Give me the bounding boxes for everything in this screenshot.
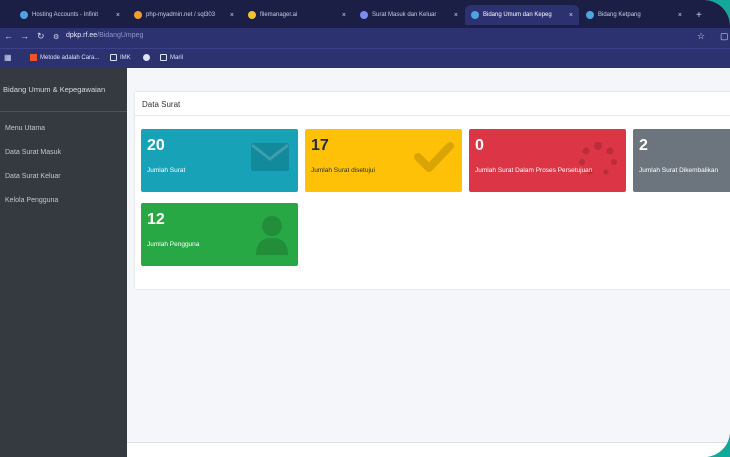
sidebar-item-menu-utama[interactable]: Menu Utama [5, 125, 45, 132]
envelope-icon [251, 143, 289, 171]
main-content: Data Surat 20 Jumlah Surat 17 Jumlah Sur… [127, 68, 730, 457]
info-box-jumlah-surat[interactable]: 20 Jumlah Surat [141, 129, 298, 192]
tab-title: Bidang Umum dan Kepeg [483, 12, 552, 18]
tab-title: filemanager.ai [260, 12, 298, 18]
star-icon[interactable]: ☆ [697, 31, 705, 42]
box-value: 20 [147, 137, 165, 154]
bookmark-metode[interactable]: Metode adalah Cara... [30, 54, 99, 61]
forward-arrow-icon[interactable]: → [20, 31, 29, 41]
folder-icon [110, 54, 117, 61]
info-box-surat-disetujui[interactable]: 17 Jumlah Surat disetujui [305, 129, 462, 192]
box-value: 2 [639, 137, 648, 154]
globe-icon [143, 54, 150, 61]
brand-title[interactable]: Bidang Umum & Kepegawaian [3, 85, 105, 94]
folder-icon [160, 54, 167, 61]
sidebar-divider [0, 111, 127, 112]
browser-window: Hosting Accounts - Infinit × php-myadmin… [0, 0, 730, 457]
favicon-icon [248, 11, 256, 19]
tab-title: php-myadmin.net / sql303 [146, 12, 216, 18]
tab-hosting-accounts[interactable]: Hosting Accounts - Infinit × [14, 5, 126, 25]
card-title: Data Surat [142, 100, 181, 109]
url-path: /BidangUmpeg [97, 32, 144, 39]
box-label: Jumlah Surat Dikembalikan [639, 167, 719, 174]
url-field[interactable]: dpkp.rf.ee/BidangUmpeg [66, 32, 143, 39]
box-value: 0 [475, 137, 484, 154]
bookmarks-bar: ▦ Metode adalah Cara... IMK Maril [0, 48, 730, 68]
box-label: Jumlah Pengguna [147, 241, 200, 248]
bookmark-label: IMK [120, 54, 131, 61]
data-surat-card: Data Surat 20 Jumlah Surat 17 Jumlah Sur… [135, 92, 730, 289]
sidebar-item-kelola-pengguna[interactable]: Kelola Pengguna [5, 197, 58, 204]
check-icon [414, 142, 454, 172]
back-arrow-icon[interactable]: ← [4, 31, 13, 41]
bookmark-label: Maril [170, 54, 183, 61]
close-icon[interactable]: × [569, 12, 573, 19]
bookmark-globe[interactable] [143, 54, 150, 61]
apps-grid-icon[interactable]: ▦ [4, 53, 12, 62]
box-label: Jumlah Surat [147, 167, 186, 174]
box-label: Jumlah Surat disetujui [311, 167, 375, 174]
page-footer [127, 442, 730, 457]
bookmark-maril[interactable]: Maril [160, 54, 183, 61]
tab-title: Surat Masuk dan Keluar [372, 12, 437, 18]
top-navbar [127, 68, 730, 90]
close-icon[interactable]: × [230, 12, 234, 19]
tab-filemanager[interactable]: filemanager.ai × [242, 5, 352, 25]
tab-bidang-umum[interactable]: Bidang Umum dan Kepeg × [465, 5, 579, 25]
site-settings-icon[interactable]: ⚙ [53, 33, 59, 41]
favicon-icon [20, 11, 28, 19]
bookmark-favicon-icon [30, 54, 37, 61]
tab-surat-masuk-keluar[interactable]: Surat Masuk dan Keluar × [354, 5, 464, 25]
tab-phpmyadmin[interactable]: php-myadmin.net / sql303 × [128, 5, 240, 25]
info-box-dalam-proses[interactable]: 0 Jumlah Surat Dalam Proses Persetujuan [469, 129, 626, 192]
close-icon[interactable]: × [678, 12, 682, 19]
extensions-icon[interactable]: ▢ [720, 31, 729, 42]
favicon-icon [471, 11, 479, 19]
reload-icon[interactable]: ↻ [37, 31, 45, 42]
sidebar-item-data-surat-keluar[interactable]: Data Surat Keluar [5, 173, 61, 180]
info-box-dikembalikan[interactable]: 2 Jumlah Surat Dikembalikan [633, 129, 730, 192]
address-bar: ← → ↻ ⚙ dpkp.rf.ee/BidangUmpeg ☆ ▢ [0, 28, 730, 48]
sidebar-item-data-surat-masuk[interactable]: Data Surat Masuk [5, 149, 61, 156]
tab-bidang-ketpang[interactable]: Bidang Ketpang × [580, 5, 688, 25]
info-box-jumlah-pengguna[interactable]: 12 Jumlah Pengguna [141, 203, 298, 266]
favicon-icon [134, 11, 142, 19]
favicon-icon [360, 11, 368, 19]
new-tab-button[interactable]: + [690, 5, 720, 25]
tab-title: Bidang Ketpang [598, 12, 641, 18]
favicon-icon [586, 11, 594, 19]
box-label: Jumlah Surat Dalam Proses Persetujuan [475, 167, 593, 174]
bookmark-imk[interactable]: IMK [110, 54, 131, 61]
close-icon[interactable]: × [342, 12, 346, 19]
spinner-icon [579, 142, 617, 175]
tab-title: Hosting Accounts - Infinit [32, 12, 99, 18]
tab-bar: Hosting Accounts - Infinit × php-myadmin… [0, 0, 730, 28]
box-value: 17 [311, 137, 329, 154]
sidebar: Bidang Umum & Kepegawaian Menu Utama Dat… [0, 68, 127, 457]
close-icon[interactable]: × [454, 12, 458, 19]
box-value: 12 [147, 211, 165, 228]
user-icon [256, 216, 288, 255]
bookmark-label: Metode adalah Cara... [40, 54, 100, 61]
card-divider [135, 115, 730, 116]
close-icon[interactable]: × [116, 12, 120, 19]
url-host: dpkp.rf.ee [66, 32, 98, 39]
